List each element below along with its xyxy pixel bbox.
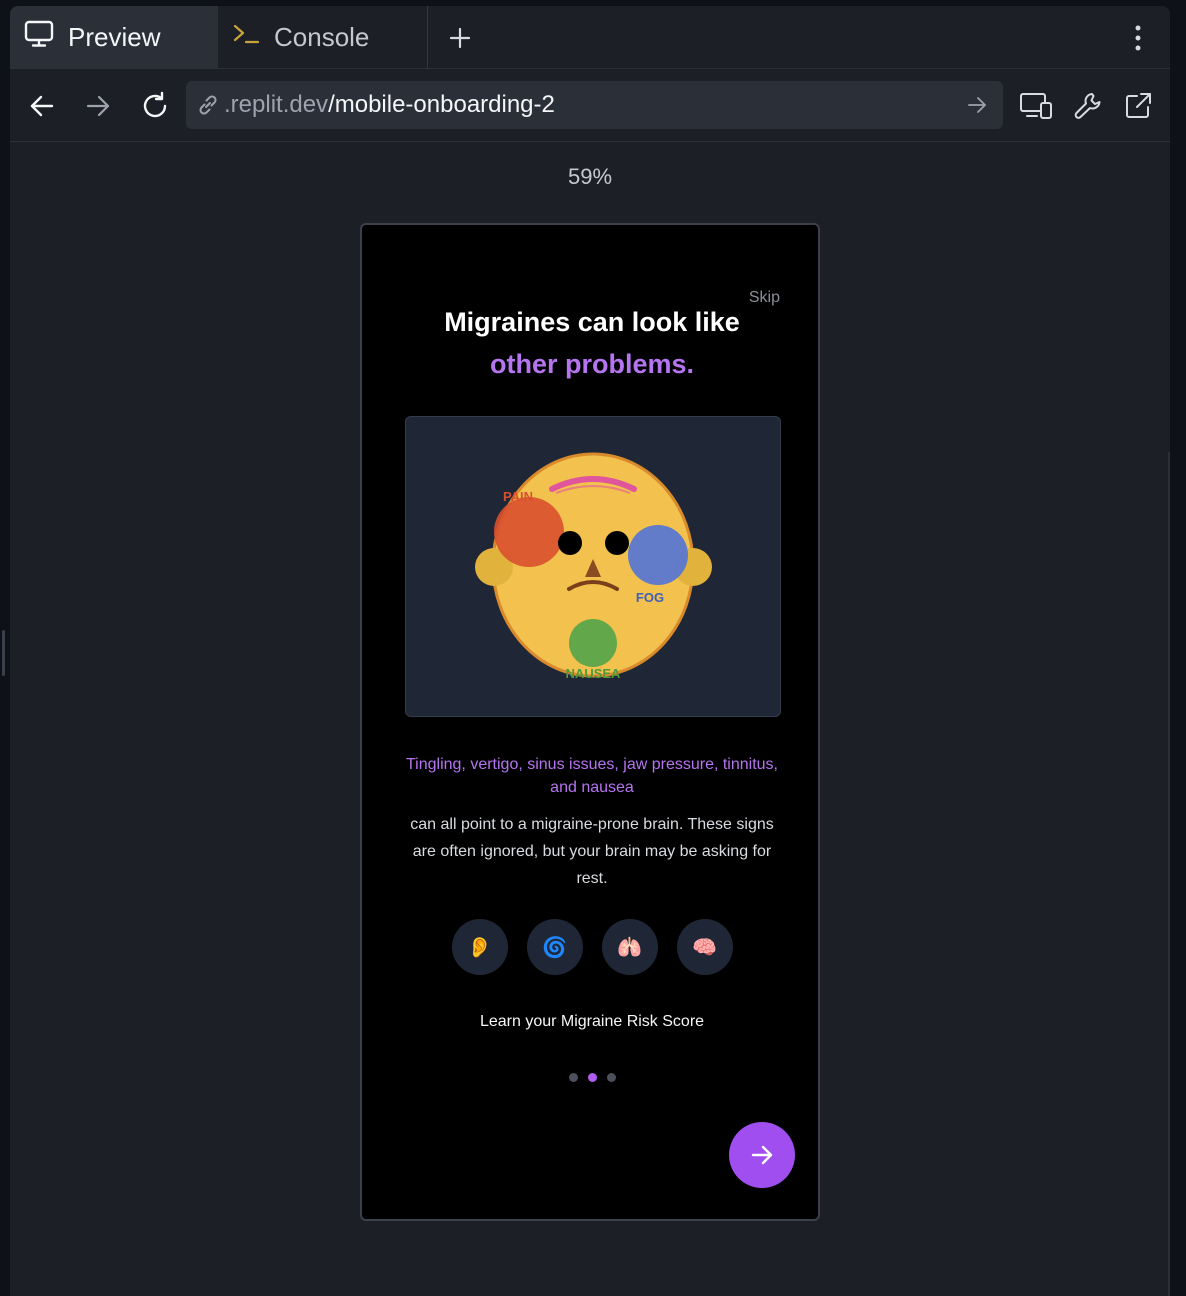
description-text: can all point to a migraine-prone brain.…: [410, 816, 774, 887]
right-eye: [605, 531, 629, 555]
lungs-icon: 🫁: [601, 919, 658, 975]
tab-preview[interactable]: Preview: [10, 6, 218, 69]
face-illustration: PAIN FOG NAUSEA: [405, 416, 781, 717]
page-title: Migraines can look like other problems.: [362, 301, 818, 385]
symptom-icon-row: 👂 🌀 🫁 🧠: [362, 919, 818, 975]
reload-icon: [143, 91, 167, 118]
back-button[interactable]: [20, 84, 64, 128]
external-link-icon: [1126, 93, 1151, 118]
open-new-window-button[interactable]: [1116, 84, 1160, 128]
arrow-left-icon: [30, 95, 54, 117]
device-preview-button[interactable]: [1014, 84, 1058, 128]
more-options-button[interactable]: [1106, 6, 1170, 69]
ear-icon: 👂: [451, 919, 508, 975]
url-path: /mobile-onboarding-2: [328, 91, 555, 118]
spiral-icon: 🌀: [526, 919, 583, 975]
reload-button[interactable]: [133, 84, 177, 128]
scrollbar[interactable]: [1168, 452, 1170, 1296]
fog-spot: [628, 525, 688, 585]
wrench-icon: [1074, 93, 1101, 119]
page-dot-active[interactable]: [587, 1073, 597, 1082]
next-button[interactable]: [729, 1122, 795, 1188]
title-line-1: Migraines can look like: [444, 307, 740, 337]
link-icon: [196, 93, 220, 117]
address-toolbar: .replit.dev/mobile-onboarding-2: [10, 70, 1170, 142]
url-host: .replit.dev: [224, 91, 329, 118]
go-button[interactable]: [963, 91, 991, 119]
resize-handle[interactable]: [2, 630, 5, 676]
tab-console[interactable]: Console: [218, 6, 428, 69]
brain-icon: 🧠: [676, 919, 733, 975]
url-bar[interactable]: .replit.dev/mobile-onboarding-2: [186, 81, 1003, 129]
pain-label: PAIN: [503, 489, 533, 504]
page-dot[interactable]: [606, 1073, 616, 1082]
arrow-right-icon: [86, 95, 110, 117]
nausea-spot: [569, 619, 617, 667]
page-dot[interactable]: [568, 1073, 578, 1082]
tab-preview-label: Preview: [68, 22, 161, 52]
devtools-button[interactable]: [1066, 84, 1110, 128]
mobile-preview-frame: Skip Migraines can look like other probl…: [360, 223, 820, 1221]
left-eye: [558, 531, 582, 555]
monitor-icon: [24, 20, 54, 55]
browser-window: Preview Console .replit.dev/mobile-onboa…: [10, 6, 1170, 1296]
new-tab-button[interactable]: [428, 6, 492, 69]
forward-button[interactable]: [76, 84, 120, 128]
tab-console-label: Console: [274, 22, 370, 52]
tab-bar: Preview Console: [10, 6, 1170, 69]
terminal-icon: [232, 22, 260, 53]
symptom-list: Tingling, vertigo, sinus issues, jaw pre…: [405, 756, 778, 796]
page-indicator: [362, 1073, 818, 1082]
nausea-label: NAUSEA: [566, 666, 622, 681]
pain-spot: [494, 497, 564, 567]
zoom-level: 59%: [567, 164, 613, 189]
devices-icon: [1020, 93, 1052, 119]
kebab-icon: [1135, 25, 1141, 50]
plus-icon: [449, 27, 471, 48]
cta-text: Learn your Migraine Risk Score: [479, 1013, 705, 1030]
fog-label: FOG: [636, 590, 664, 605]
arrow-right-icon: [968, 97, 986, 113]
arrow-right-icon: [751, 1145, 773, 1165]
title-line-2: other problems.: [489, 349, 695, 379]
